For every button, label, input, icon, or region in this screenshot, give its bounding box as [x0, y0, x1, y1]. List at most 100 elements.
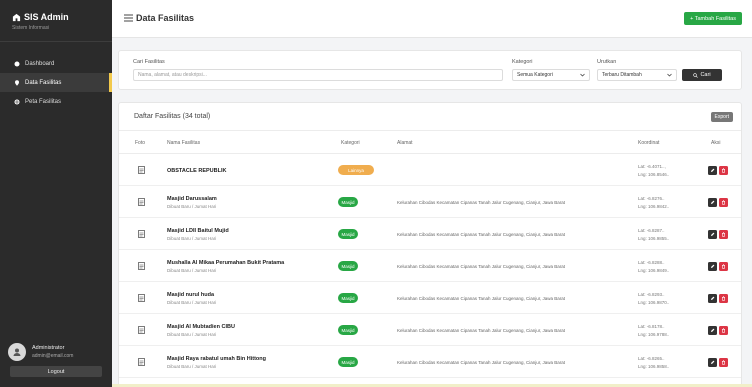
logout-button[interactable]: Logout — [10, 366, 102, 377]
add-facility-button[interactable]: + Tambah Fasilitas — [684, 12, 742, 25]
facility-subtitle: Dibuat Baru / Jumat Hari — [167, 332, 217, 337]
facility-name: Mushalla Al Mikaa Perumahan Bukit Pratam… — [167, 260, 285, 266]
dashboard-icon — [14, 61, 20, 66]
table-row[interactable]: Masjid LDII Baitul Mujid Dibuat Baru / Ju… — [119, 219, 741, 250]
facility-address: Kelurahan Cibodas Kecamatan Cipanas Tana… — [397, 296, 566, 301]
page-title: Data Fasilitas — [136, 13, 195, 23]
delete-button[interactable] — [719, 166, 728, 175]
table-row[interactable]: Masjid Raya rabatul umah Bin Hittong Dibu… — [119, 347, 741, 378]
facility-longitude: Lng: 106.9870.. — [638, 300, 670, 305]
category-badge: Masjid — [338, 325, 358, 335]
facility-longitude: Lng: 106.8546.. — [638, 172, 670, 177]
category-badge: Masjid — [338, 293, 358, 303]
chevron-down-icon — [667, 73, 672, 77]
facility-table-card: Daftar Fasilitas (34 total) Export Foto … — [118, 102, 742, 387]
sidebar-item-data-fasilitas[interactable]: Data Fasilitas — [0, 73, 112, 92]
facility-name: Masjid Raya rabatul umah Bin Hittong — [167, 356, 267, 362]
sidebar-nav: Dashboard Data Fasilitas Peta Fasilitas — [0, 54, 112, 111]
table-row[interactable]: Masjid Al Mubtadien CIBU Dibuat Baru / Ju… — [119, 315, 741, 346]
delete-button[interactable] — [719, 262, 728, 271]
brand: SIS Admin Sistem Informasi — [0, 0, 112, 31]
edit-button[interactable] — [708, 294, 717, 303]
category-label: Kategori — [512, 59, 533, 65]
facility-name: Masjid nurul huda — [167, 292, 215, 298]
facility-address: Kelurahan Cibodas Kecamatan Cipanas Tana… — [397, 232, 566, 237]
facility-latitude: Lat: -6.8288.. — [638, 260, 665, 265]
table-title: Daftar Fasilitas (34 total) — [134, 113, 211, 120]
search-icon — [693, 72, 699, 78]
col-header-actions: Aksi — [711, 140, 721, 146]
facility-subtitle: Dibuat Baru / Jumat Hari — [167, 204, 217, 209]
avatar — [8, 343, 26, 361]
edit-button[interactable] — [708, 358, 717, 367]
search-input[interactable]: Nama, alamat, atau deskripsi... — [133, 69, 503, 81]
search-button[interactable]: Cari — [682, 69, 722, 81]
search-button-label: Cari — [700, 72, 711, 78]
edit-button[interactable] — [708, 198, 717, 207]
col-header-coordinates: Koordinat — [638, 140, 660, 146]
app-title: SIS Admin — [24, 12, 69, 22]
trash-icon — [722, 296, 725, 301]
table-row[interactable]: Masjid Darussalam Dibuat Baru / Jumat Har… — [119, 187, 741, 218]
edit-icon — [711, 168, 715, 172]
category-select-value: Semua Kategori — [517, 72, 553, 78]
edit-button[interactable] — [708, 262, 717, 271]
delete-button[interactable] — [719, 326, 728, 335]
category-select[interactable]: Semua Kategori — [512, 69, 590, 81]
facility-name: OBSTACLE REPUBLIK — [167, 168, 227, 174]
hamburger-menu-icon[interactable] — [124, 14, 133, 22]
facility-latitude: Lat: -6.8293.. — [638, 292, 665, 297]
edit-icon — [711, 328, 715, 332]
brand-title-row: SIS Admin — [12, 12, 102, 22]
col-header-name: Nama Fasilitas — [167, 140, 201, 146]
col-header-address: Alamat — [397, 140, 413, 146]
trash-icon — [722, 328, 725, 333]
facility-address: Kelurahan Cibodas Kecamatan Cipanas Tana… — [397, 360, 566, 365]
sidebar-item-label: Peta Fasilitas — [25, 98, 62, 105]
user-box: Administrator admin@email.com — [0, 343, 112, 361]
delete-button[interactable] — [719, 230, 728, 239]
edit-icon — [711, 232, 715, 236]
facility-longitude: Lng: 106.9855.. — [638, 236, 670, 241]
table-row[interactable]: Masjid nurul huda Dibuat Baru / Jumat Har… — [119, 283, 741, 314]
delete-button[interactable] — [719, 294, 728, 303]
topbar: Data Fasilitas + Tambah Fasilitas — [112, 0, 752, 38]
trash-icon — [722, 232, 725, 237]
col-header-category: Kategori — [341, 140, 360, 146]
facility-subtitle: Dibuat Baru / Jumat Hari — [167, 364, 217, 369]
sort-select-value: Terbaru Ditambah — [602, 72, 642, 78]
trash-icon — [722, 264, 725, 269]
edit-button[interactable] — [708, 166, 717, 175]
export-button[interactable]: Export — [710, 112, 733, 122]
image-icon — [138, 326, 145, 334]
edit-icon — [711, 296, 715, 300]
table-header: Foto Nama Fasilitas Kategori Alamat Koor… — [119, 131, 741, 154]
image-icon — [138, 294, 145, 302]
facility-longitude: Lng: 106.9842.. — [638, 204, 670, 209]
trash-icon — [722, 168, 725, 173]
chevron-down-icon — [580, 73, 585, 77]
sidebar-divider — [0, 41, 112, 42]
user-name: Administrator — [32, 345, 65, 351]
sort-label: Urutkan — [597, 59, 617, 65]
table-row[interactable]: OBSTACLE REPUBLIK Lainnya Lat: -6.4071.., … — [119, 155, 741, 186]
user-email: admin@email.com — [32, 353, 74, 359]
sidebar-item-dashboard[interactable]: Dashboard — [0, 54, 112, 73]
edit-icon — [711, 360, 715, 364]
table-row[interactable]: Mushalla Al Mikaa Perumahan Bukit Pratam… — [119, 251, 741, 282]
delete-button[interactable] — [719, 198, 728, 207]
facility-longitude: Lng: 106.9849.. — [638, 268, 670, 273]
sort-select[interactable]: Terbaru Ditambah — [597, 69, 677, 81]
edit-button[interactable] — [708, 230, 717, 239]
facility-address: Kelurahan Cibodas Kecamatan Cipanas Tana… — [397, 200, 566, 205]
facility-subtitle: Dibuat Baru / Jumat Hari — [167, 236, 217, 241]
delete-button[interactable] — [719, 358, 728, 367]
table-card-header: Daftar Fasilitas (34 total) Export — [119, 103, 741, 131]
facility-longitude: Lng: 106.9858.. — [638, 364, 670, 369]
image-icon — [138, 262, 145, 270]
edit-button[interactable] — [708, 326, 717, 335]
sidebar-item-peta-fasilitas[interactable]: Peta Fasilitas — [0, 92, 112, 111]
sidebar-item-label: Dashboard — [25, 60, 55, 67]
edit-icon — [711, 264, 715, 268]
image-icon — [138, 198, 145, 206]
